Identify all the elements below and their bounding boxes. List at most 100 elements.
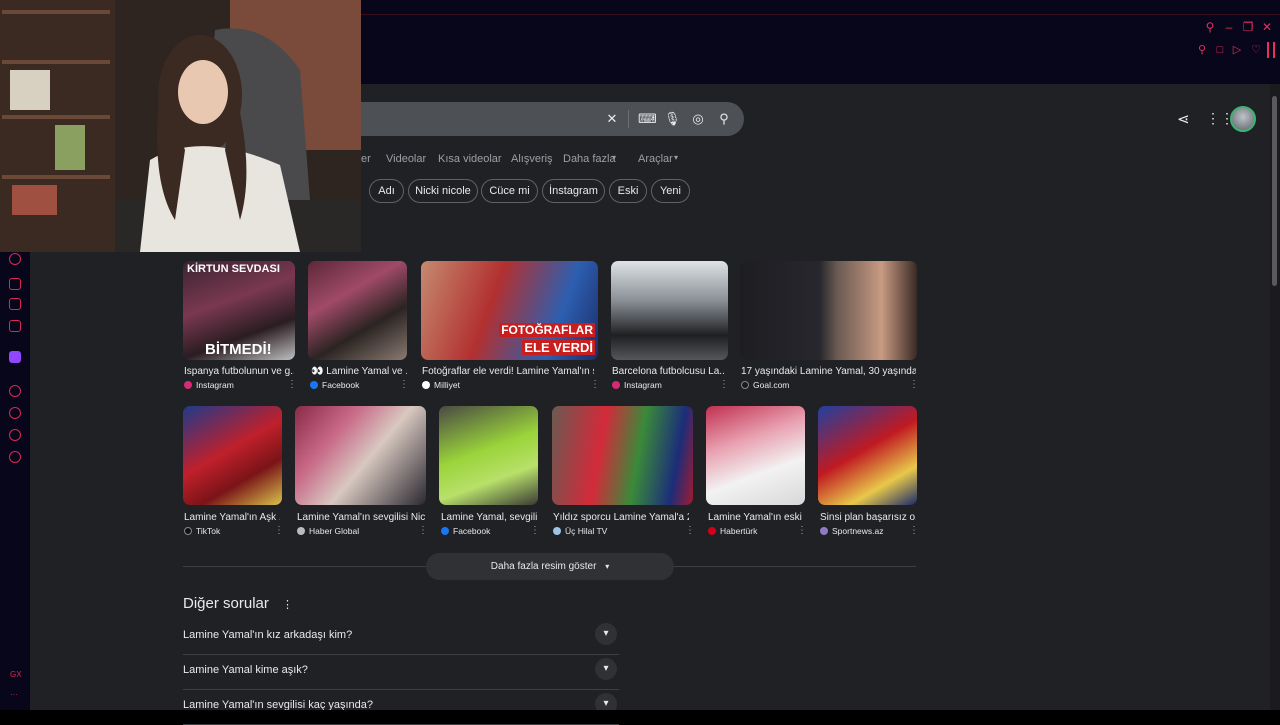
tab-short-videos[interactable]: Kısa videolar (438, 153, 502, 165)
question-item[interactable]: Lamine Yamal'ın kız arkadaşı kim? ▾ (183, 619, 619, 655)
more-vert-icon[interactable]: ⋮ (797, 525, 807, 536)
image-source[interactable]: Üç Hilal TV (553, 526, 607, 536)
chip-filter[interactable]: Yeni (651, 179, 690, 203)
image-caption[interactable]: 👀 Lamine Yamal ve ... (311, 366, 407, 377)
image-source[interactable]: Goal.com (741, 380, 789, 390)
show-more-images-button[interactable]: Daha fazla resim göster ▾ (426, 553, 674, 580)
image-source-label: Facebook (322, 380, 360, 390)
minimize-icon[interactable]: – (1222, 20, 1236, 34)
facebook-icon (310, 381, 318, 389)
tab-partial[interactable]: er (361, 153, 371, 165)
image-source[interactable]: Facebook (441, 526, 490, 536)
chevron-down-icon[interactable]: ▾ (595, 623, 617, 645)
image-caption[interactable]: Lamine Yamal'ın sevgilisi Nic... (297, 512, 425, 523)
chevron-down-icon[interactable]: ▾ (595, 658, 617, 680)
more-vert-icon[interactable]: ⋮ (274, 525, 284, 536)
tab-tools[interactable]: Araçlar (638, 153, 673, 165)
image-source[interactable]: Habertürk (708, 526, 757, 536)
more-vert-icon[interactable]: ⋮ (418, 525, 428, 536)
more-dots[interactable]: ··· (10, 690, 18, 699)
tab-videos[interactable]: Videolar (386, 153, 426, 165)
scrollbar-thumb[interactable] (1272, 96, 1277, 286)
tab-more[interactable]: Daha fazla (563, 153, 616, 165)
more-vert-icon[interactable]: ⋮ (909, 525, 919, 536)
search-icon[interactable]: ⚲ (717, 112, 731, 126)
image-caption[interactable]: 17 yaşındaki Lamine Yamal, 30 yaşındak..… (741, 366, 916, 377)
more-vert-icon[interactable]: ⋮ (909, 379, 919, 390)
gx-messenger-icon[interactable] (9, 320, 21, 332)
more-vert-icon[interactable]: ⋮ (287, 379, 297, 390)
lens-icon[interactable]: ◎ (691, 112, 705, 126)
image-caption[interactable]: Yıldız sporcu Lamine Yamal'a 2... (553, 512, 689, 523)
image-result[interactable]: FOTOĞRAFLAR ELE VERDİ (421, 261, 598, 360)
image-source-label: Habertürk (720, 526, 758, 536)
image-result[interactable]: KİRTUN SEVDASI BİTMEDİ! (183, 261, 295, 360)
settings-icon[interactable] (9, 451, 21, 463)
image-result[interactable] (295, 406, 426, 505)
image-source-label: Sportnews.az (832, 526, 884, 536)
player-icon[interactable] (9, 385, 21, 397)
keyboard-icon[interactable]: ⌨ (638, 112, 657, 126)
image-source[interactable]: Facebook (310, 380, 359, 390)
scrollbar[interactable] (1270, 84, 1280, 710)
image-result[interactable] (308, 261, 407, 360)
chip-filter[interactable]: Eski (609, 179, 647, 203)
image-result[interactable] (818, 406, 917, 505)
clear-icon[interactable]: ✕ (605, 112, 619, 126)
gx-store-icon[interactable] (9, 278, 21, 290)
player-icon[interactable]: ▷ (1230, 43, 1244, 57)
thumb-text: FOTOĞRAFLAR (499, 323, 595, 337)
image-result[interactable] (740, 261, 917, 360)
image-source[interactable]: Instagram (184, 380, 234, 390)
chip-filter[interactable]: Nicki nicole (408, 179, 478, 203)
chip-filter[interactable]: Cüce mi (481, 179, 538, 203)
image-source[interactable]: TikTok (184, 526, 220, 536)
chip-filter[interactable]: Adı (369, 179, 404, 203)
image-caption[interactable]: Lamine Yamal, sevgili... (441, 512, 537, 523)
search-icon[interactable]: ⚲ (1203, 20, 1217, 34)
question-item[interactable]: Lamine Yamal kime aşık? ▾ (183, 654, 619, 690)
tab-shopping[interactable]: Alışveriş (511, 153, 553, 165)
image-source-label: Goal.com (753, 380, 790, 390)
gx-game-icon[interactable] (9, 298, 21, 310)
image-result[interactable] (552, 406, 693, 505)
avatar[interactable] (1230, 106, 1256, 132)
image-source[interactable]: Haber Global (297, 526, 359, 536)
image-source-label: Milliyet (434, 380, 460, 390)
tiktok-icon (184, 527, 192, 535)
more-vert-icon[interactable]: ⋮ (399, 379, 409, 390)
image-caption[interactable]: Sinsi plan başarısız o... (820, 512, 916, 523)
chevron-down-icon: ▾ (605, 562, 610, 571)
goal-icon (741, 381, 749, 389)
image-caption[interactable]: İspanya futbolunun ve g... (184, 366, 294, 377)
image-result[interactable] (439, 406, 538, 505)
image-result[interactable] (706, 406, 805, 505)
heart-icon[interactable]: ♡ (1249, 43, 1263, 57)
image-result[interactable] (183, 406, 282, 505)
twitch-icon[interactable] (9, 351, 21, 363)
image-source[interactable]: Instagram (612, 380, 662, 390)
close-icon[interactable]: ✕ (1260, 20, 1274, 34)
thumb-text: BİTMEDİ! (205, 341, 272, 358)
image-caption[interactable]: Lamine Yamal'ın eski ... (708, 512, 804, 523)
image-caption[interactable]: Fotoğraflar ele verdi! Lamine Yamal'ın s… (422, 366, 594, 377)
history-icon[interactable] (9, 407, 21, 419)
image-result[interactable] (611, 261, 728, 360)
image-source[interactable]: Sportnews.az (820, 526, 884, 536)
more-vert-icon[interactable]: ⋮ (719, 379, 729, 390)
more-vert-icon[interactable]: ⋮ (282, 598, 293, 611)
microphone-icon[interactable]: 🎙 (664, 112, 681, 126)
snapshot-icon[interactable]: □ (1213, 43, 1227, 57)
chip-filter[interactable]: İnstagram (542, 179, 605, 203)
restore-icon[interactable]: ❐ (1241, 20, 1255, 34)
gx-sidebar-icon[interactable] (9, 253, 21, 265)
image-caption[interactable]: Barcelona futbolcusu La... (612, 366, 724, 377)
more-vert-icon[interactable]: ⋮ (590, 379, 600, 390)
more-vert-icon[interactable]: ⋮ (685, 525, 695, 536)
share-icon[interactable]: ⋖ (1177, 110, 1190, 128)
pin-icon[interactable]: ⚲ (1195, 43, 1209, 57)
chat-icon[interactable] (9, 429, 21, 441)
image-caption[interactable]: Lamine Yamal'ın Aşk ... (184, 512, 280, 523)
more-vert-icon[interactable]: ⋮ (530, 525, 540, 536)
image-source[interactable]: Milliyet (422, 380, 460, 390)
